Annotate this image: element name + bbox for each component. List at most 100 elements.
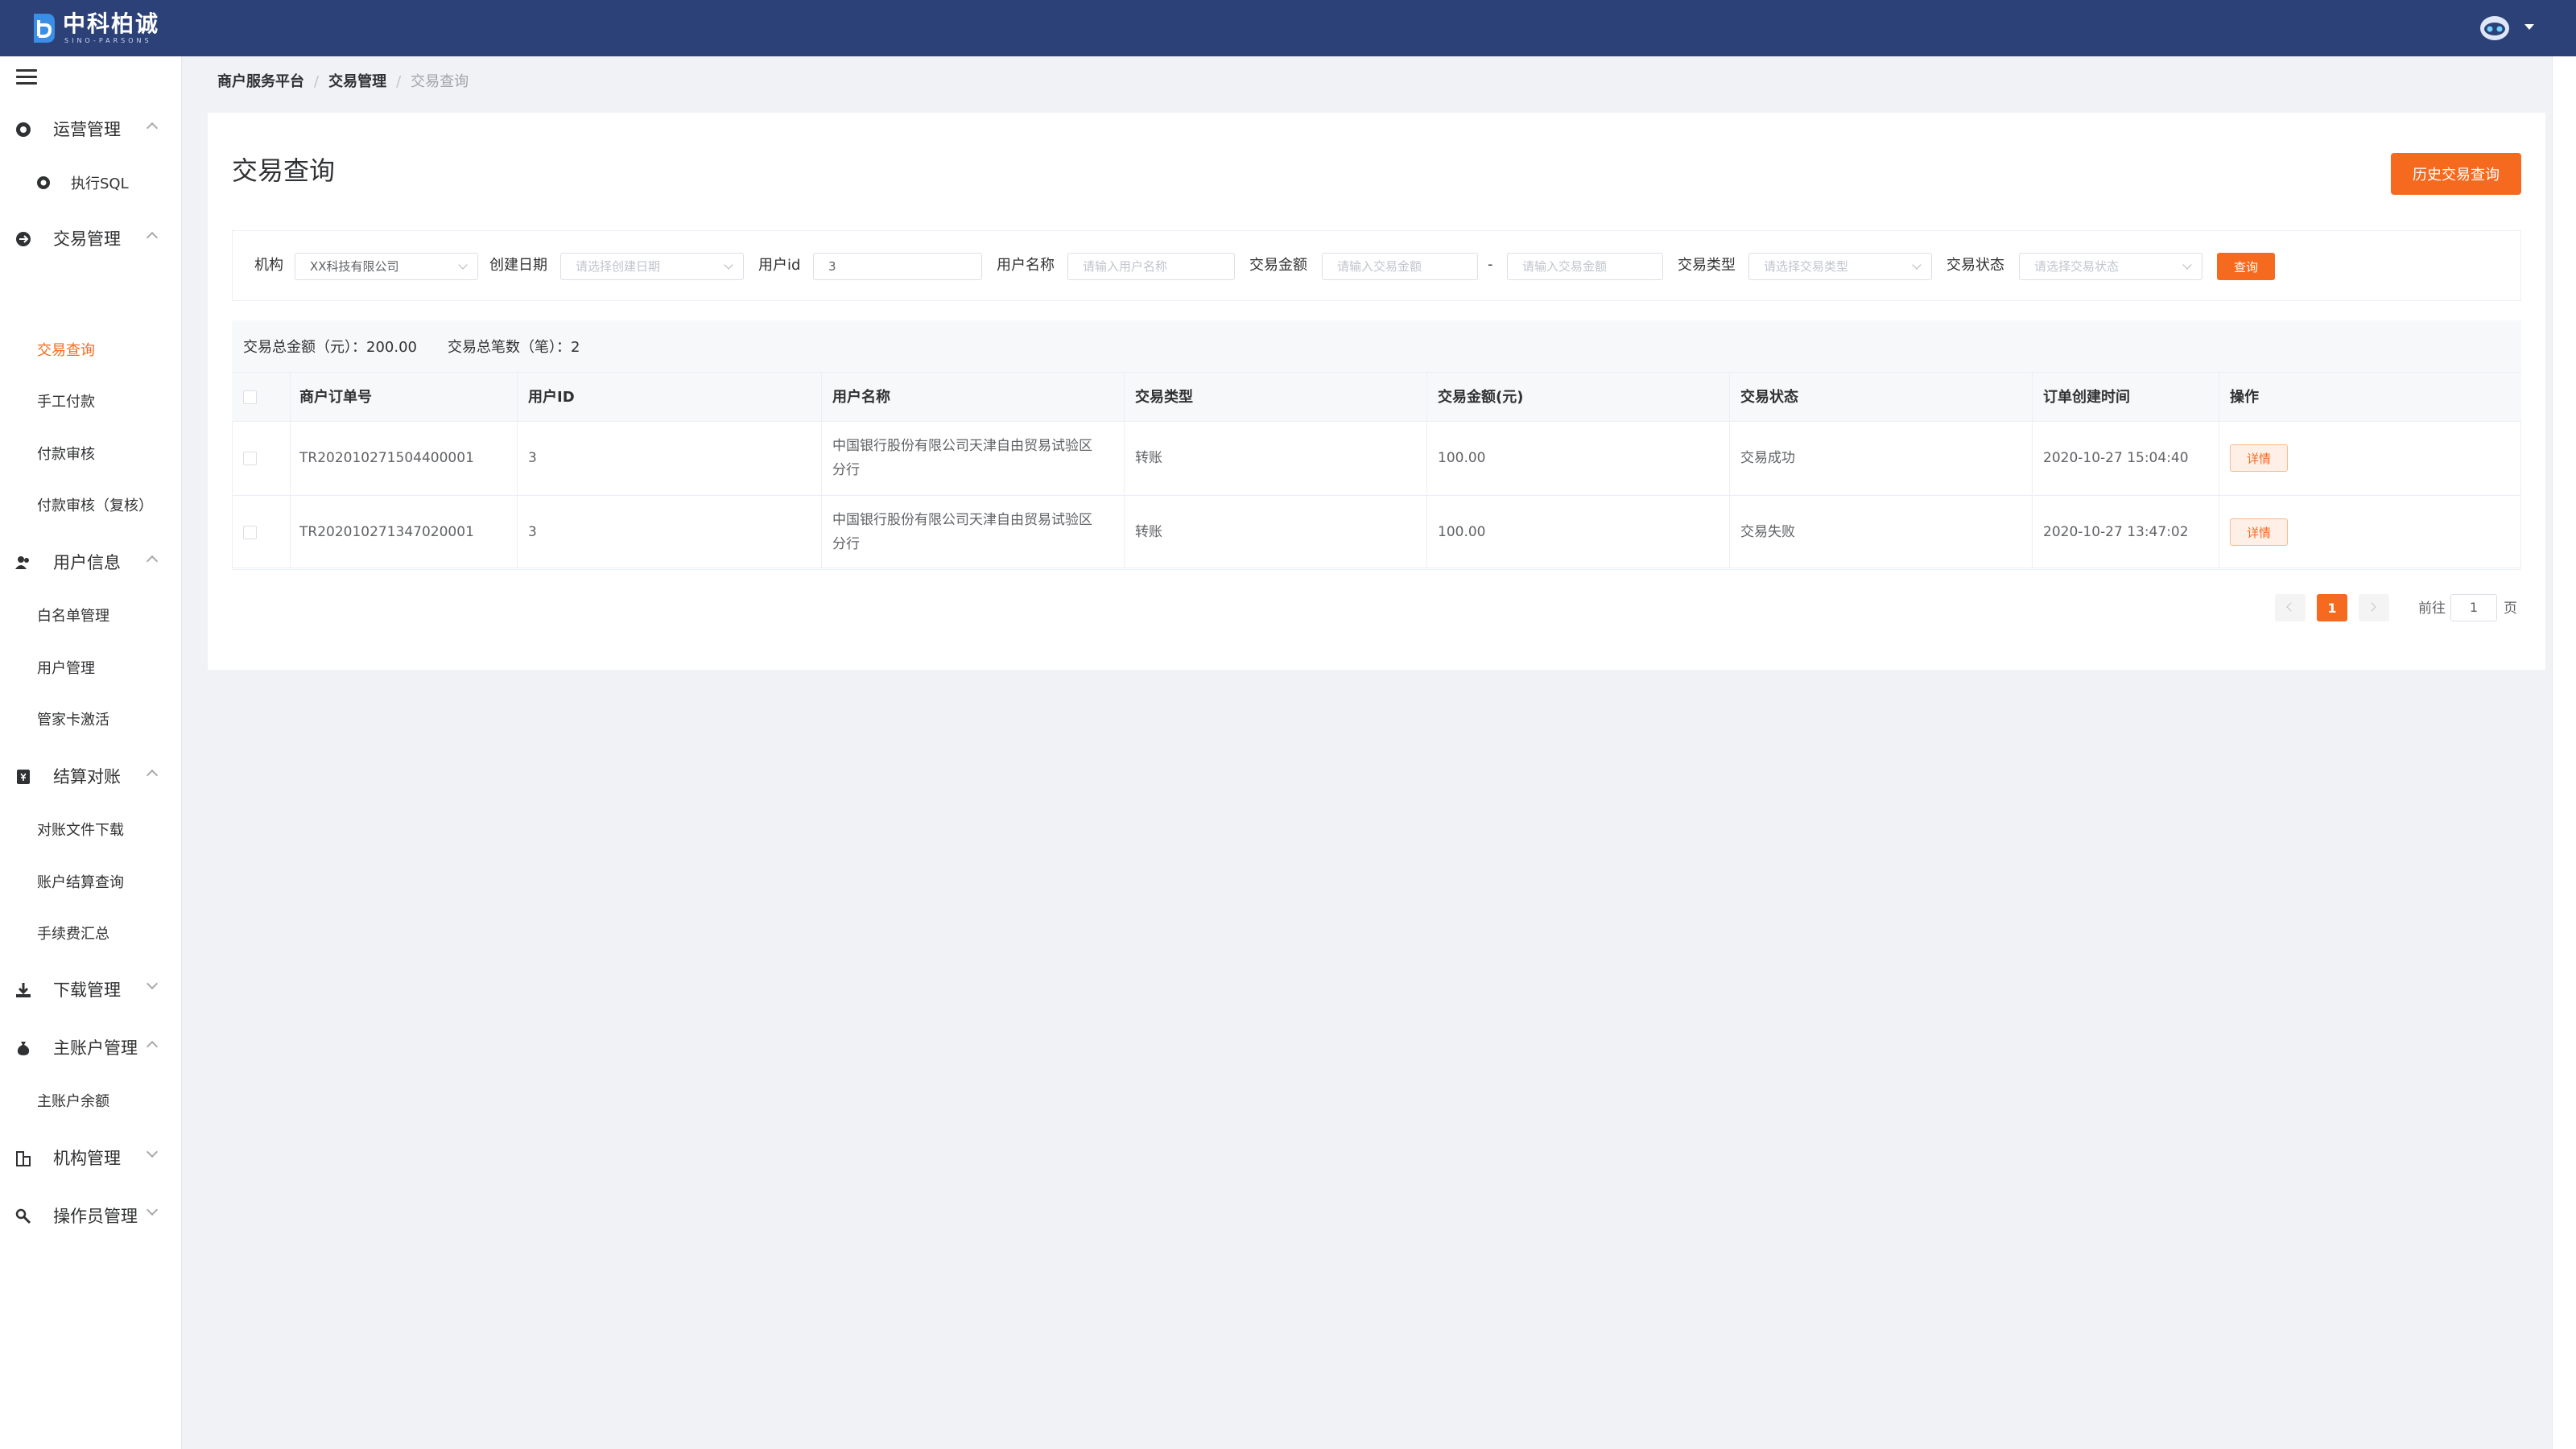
chevron-down-icon [1912, 260, 1922, 270]
org-label: 机构 [254, 257, 283, 274]
page-number-current[interactable]: 1 [2317, 594, 2347, 621]
detail-button[interactable]: 详情 [2230, 444, 2288, 472]
chevron-up-icon [146, 231, 159, 244]
query-button[interactable]: 查询 [2217, 253, 2275, 280]
chevron-down-icon [146, 1203, 159, 1216]
history-query-button[interactable]: 历史交易查询 [2391, 153, 2521, 195]
right-edge-panel [2552, 56, 2576, 1449]
column-header: 操作 [2230, 389, 2259, 406]
user-name: 中国银行股份有限公司天津自由贸易试验区 [832, 438, 1092, 454]
total-amount: 交易总金额（元）：200.00 [243, 339, 417, 356]
created-time: 2020-10-27 15:04:40 [2043, 450, 2189, 466]
type-select[interactable]: 请选择交易类型 [1748, 253, 1932, 280]
sidebar-item-account-settlement[interactable]: 账户结算查询 [37, 873, 124, 893]
sidebar-group-download[interactable]: 下载管理 [0, 970, 182, 1010]
sidebar-group-settlement[interactable]: 结算对账 [0, 757, 182, 797]
sidebar-item-transaction-query[interactable]: 交易查询 [37, 341, 95, 361]
breadcrumb-item[interactable]: 交易管理 [328, 72, 386, 92]
column-header: 交易状态 [1740, 389, 1798, 406]
sidebar-group-operations[interactable]: 运营管理 [0, 109, 182, 150]
chevron-down-icon [146, 1146, 159, 1158]
next-page-button[interactable] [2359, 594, 2389, 621]
sidebar-group-label: 主账户管理 [53, 1038, 138, 1058]
sidebar-item-payment-review[interactable]: 付款审核 [37, 445, 95, 464]
transaction-icon [16, 232, 31, 246]
sidebar-group-label: 结算对账 [53, 767, 121, 786]
sidebar-group-organization[interactable]: 机构管理 [0, 1138, 182, 1179]
date-picker[interactable]: 请选择创建日期 [560, 253, 744, 280]
user-avatar-icon[interactable] [2479, 14, 2510, 42]
userid-input[interactable]: 3 [813, 253, 982, 280]
chevron-up-icon [146, 122, 159, 134]
status-placeholder: 请选择交易状态 [2034, 259, 2120, 274]
chevron-down-icon [146, 977, 159, 990]
money-bag-icon [17, 1042, 30, 1055]
column-header: 用户ID [528, 389, 575, 406]
sidebar-group-label: 下载管理 [53, 980, 121, 1000]
settlement-icon [17, 770, 30, 784]
status-select[interactable]: 请选择交易状态 [2019, 253, 2202, 280]
transaction-status: 交易成功 [1740, 450, 1795, 466]
row-checkbox[interactable] [243, 452, 257, 465]
sidebar-item-main-account-balance[interactable]: 主账户余额 [37, 1092, 109, 1112]
transaction-amount: 100.00 [1438, 450, 1486, 466]
sidebar-item-whitelist[interactable]: 白名单管理 [37, 607, 109, 626]
sidebar-group-user-info[interactable]: 用户信息 [0, 543, 182, 583]
user-name-continued: 分行 [832, 462, 860, 478]
breadcrumb-item[interactable]: 商户服务平台 [217, 72, 304, 92]
org-select[interactable]: XX科技有限公司 [295, 253, 478, 280]
column-header: 交易金额(元) [1438, 389, 1524, 406]
sidebar-group-label: 运营管理 [53, 120, 121, 139]
menu-toggle-icon[interactable] [16, 69, 37, 87]
prev-page-button[interactable] [2275, 594, 2306, 621]
building-icon [16, 1151, 31, 1166]
sidebar-item-reconciliation-download[interactable]: 对账文件下载 [37, 821, 124, 840]
chevron-left-icon [2286, 602, 2296, 612]
detail-button[interactable]: 详情 [2230, 518, 2288, 546]
sidebar-item-payment-recheck[interactable]: 付款审核（复核） [37, 497, 153, 516]
org-select-value: XX科技有限公司 [310, 259, 399, 274]
sidebar-item-user-management[interactable]: 用户管理 [37, 659, 95, 679]
amount-range-separator: - [1488, 256, 1493, 273]
logo[interactable]: 中科柏诚 SINO-PARSONS [29, 10, 159, 47]
sidebar-group-transactions[interactable]: 交易管理 [0, 219, 182, 259]
sidebar-item-card-activation[interactable]: 管家卡激活 [37, 711, 109, 730]
date-placeholder: 请选择创建日期 [576, 259, 661, 274]
sidebar-item-manual-payment[interactable]: 手工付款 [37, 393, 95, 412]
date-label: 创建日期 [489, 257, 547, 274]
order-number: TR202010271504400001 [299, 450, 474, 466]
select-all-checkbox[interactable] [243, 390, 257, 404]
page-title: 交易查询 [232, 155, 336, 186]
breadcrumb-current: 交易查询 [411, 73, 469, 90]
column-header: 交易类型 [1135, 389, 1193, 406]
sidebar-item-execute-sql[interactable]: 执行SQL [71, 175, 129, 194]
goto-page-input[interactable]: 1 [2450, 594, 2497, 621]
goto-label: 前往 [2418, 601, 2446, 617]
top-bar: 中科柏诚 SINO-PARSONS [0, 0, 2576, 56]
logo-subtitle: SINO-PARSONS [64, 37, 152, 44]
order-number: TR202010271347020001 [299, 524, 474, 540]
amount-min-input[interactable]: 请输入交易金额 [1322, 253, 1478, 280]
transaction-type: 转账 [1135, 450, 1162, 466]
download-icon [16, 983, 31, 997]
chevron-up-icon [146, 769, 159, 782]
sidebar-group-main-account[interactable]: 主账户管理 [0, 1028, 182, 1068]
chevron-down-icon [458, 260, 468, 270]
page-suffix: 页 [2504, 601, 2517, 617]
sidebar: 运营管理 执行SQL 交易管理 交易查询 手工付款 付款审核 付款审核（复核） … [0, 56, 182, 1449]
sidebar-item-fee-summary[interactable]: 手续费汇总 [37, 925, 109, 944]
username-input[interactable]: 请输入用户名称 [1067, 253, 1235, 280]
user-menu-caret-icon[interactable] [2524, 24, 2534, 30]
transaction-status: 交易失败 [1740, 524, 1795, 540]
chevron-down-icon [724, 260, 733, 270]
row-checkbox[interactable] [243, 526, 257, 539]
chevron-down-icon [2182, 260, 2192, 270]
logo-name: 中科柏诚 [63, 10, 160, 37]
type-label: 交易类型 [1678, 257, 1736, 274]
amount-max-input[interactable]: 请输入交易金额 [1507, 253, 1663, 280]
total-count: 交易总笔数（笔）：2 [448, 339, 580, 356]
transaction-amount: 100.00 [1438, 524, 1486, 540]
breadcrumb-separator: / [396, 73, 402, 90]
sidebar-group-operator[interactable]: 操作员管理 [0, 1196, 182, 1236]
sidebar-group-label: 用户信息 [53, 553, 121, 572]
